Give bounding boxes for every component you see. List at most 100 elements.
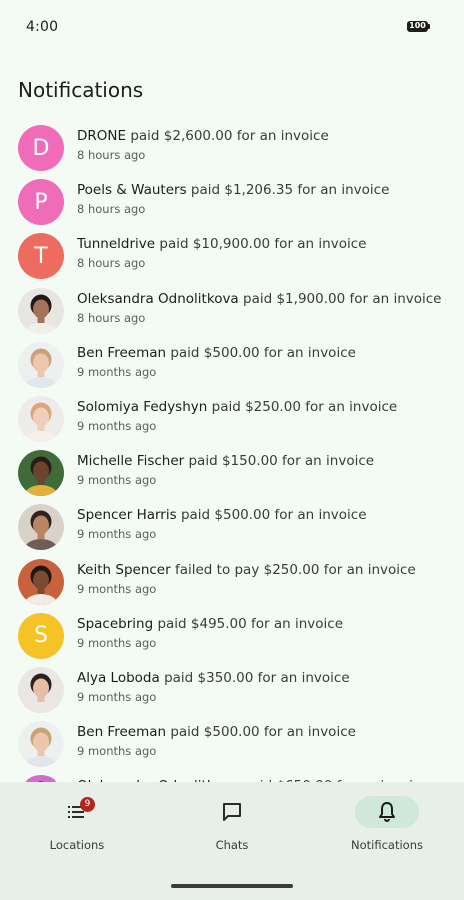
- list-item[interactable]: Keith Spencer failed to pay $250.00 for …: [0, 554, 464, 608]
- battery-icon: 100: [407, 21, 431, 34]
- notification-text: Oleksandra Odnolitkova paid $1,900.00 fo…: [77, 290, 452, 325]
- avatar: [18, 721, 64, 768]
- page-title: Notifications: [18, 78, 144, 102]
- avatar-letter: D: [32, 135, 50, 161]
- notification-timestamp: 9 months ago: [77, 527, 157, 542]
- list-item[interactable]: P Poels & Wauters paid $1,206.35 for an i…: [0, 174, 464, 228]
- notification-timestamp: 9 months ago: [77, 689, 157, 704]
- avatar-photo: [24, 294, 58, 334]
- notification-name: Ben Freeman: [77, 724, 167, 741]
- avatar: [18, 504, 64, 551]
- notification-text: Spacebring paid $495.00 for an invoice 9 …: [77, 615, 452, 650]
- list-item[interactable]: D DRONE paid $2,600.00 for an invoice 8 ho…: [0, 120, 464, 174]
- notification-timestamp: 9 months ago: [77, 744, 157, 759]
- nav-notifications-label: Notifications: [351, 838, 423, 852]
- notification-message-line: DRONE paid $2,600.00 for an invoice: [77, 127, 452, 145]
- notification-message: paid $150.00 for an invoice: [188, 453, 375, 470]
- notification-timestamp: 9 months ago: [77, 581, 157, 596]
- notification-message: paid $500.00 for an invoice: [170, 344, 356, 361]
- avatar-letter: P: [34, 189, 48, 215]
- notification-timestamp: 9 months ago: [77, 364, 157, 379]
- list-item[interactable]: Spencer Harris paid $500.00 for an invoi…: [0, 499, 464, 553]
- notification-name: Solomiya Fedyshyn: [77, 398, 208, 415]
- notification-message-line: Poels & Wauters paid $1,206.35 for an in…: [77, 181, 452, 199]
- list-item[interactable]: Oleksandra Odnolitkova paid $1,900.00 fo…: [0, 283, 464, 337]
- notification-message: paid $350.00 for an invoice: [164, 669, 350, 686]
- list-item[interactable]: Solomiya Fedyshyn paid $250.00 for an in…: [0, 391, 464, 445]
- avatar: P: [18, 179, 64, 226]
- notification-timestamp: 8 hours ago: [77, 148, 146, 162]
- notification-name: Spacebring: [77, 615, 154, 632]
- avatar: [18, 558, 64, 605]
- avatar-photo: [24, 673, 58, 713]
- list-item[interactable]: S Spacebring paid $495.00 for an invoice 9…: [0, 608, 464, 662]
- nav-chats-label: Chats: [215, 838, 249, 852]
- list-item[interactable]: Ben Freeman paid $500.00 for an invoice 9…: [0, 337, 464, 391]
- avatar-photo: [24, 348, 58, 388]
- chat-icon: [223, 803, 241, 821]
- notification-message-line: Oleksandra Odnolitkova paid $1,900.00 fo…: [77, 290, 452, 308]
- list-item[interactable]: Michelle Fischer paid $150.00 for an inv…: [0, 445, 464, 499]
- avatar: T: [18, 233, 64, 280]
- notification-timestamp: 8 hours ago: [77, 256, 146, 271]
- notification-message-line: Ben Freeman paid $500.00 for an invoice: [77, 344, 452, 362]
- notification-name: Spencer Harris: [77, 507, 177, 524]
- notification-timestamp: 9 months ago: [77, 635, 157, 650]
- notification-text: DRONE paid $2,600.00 for an invoice 8 hou…: [77, 127, 452, 162]
- notification-list-viewport[interactable]: D DRONE paid $2,600.00 for an invoice 8 ho…: [0, 120, 464, 782]
- avatar: [18, 341, 64, 388]
- notification-message: paid $500.00 for an invoice: [180, 507, 367, 524]
- status-time: 4:00: [26, 19, 59, 35]
- notification-message: paid $1,900.00 for an invoice: [243, 290, 442, 307]
- avatar: [18, 395, 64, 442]
- notification-message: paid $500.00 for an invoice: [170, 724, 356, 741]
- nav-locations-pill: 9: [45, 796, 109, 828]
- list-item[interactable]: T Tunneldrive paid $10,900.00 for an invo…: [0, 228, 464, 282]
- nav-chats[interactable]: Chats: [172, 796, 292, 852]
- list-item[interactable]: Oleksandra Odnolitkova paid $650.00 for …: [0, 770, 464, 782]
- bell-icon: [379, 802, 395, 822]
- notification-timestamp: 8 hours ago: [77, 310, 146, 325]
- avatar-photo: [24, 402, 58, 442]
- avatar: [18, 666, 64, 713]
- notification-text: Poels & Wauters paid $1,206.35 for an in…: [77, 181, 452, 216]
- notification-text: Solomiya Fedyshyn paid $250.00 for an in…: [77, 398, 452, 433]
- avatar-photo: [24, 565, 58, 605]
- avatar: [18, 775, 64, 782]
- notification-text: Keith Spencer failed to pay $250.00 for …: [77, 561, 452, 596]
- home-indicator[interactable]: [171, 884, 293, 888]
- notification-message: paid $2,600.00 for an invoice: [130, 128, 329, 144]
- notification-name: Michelle Fischer: [77, 453, 185, 470]
- notification-text: Ben Freeman paid $500.00 for an invoice 9…: [77, 723, 452, 758]
- avatar-photo: [24, 510, 58, 551]
- avatar-letter: S: [34, 623, 48, 649]
- bottom-navigation: 9 Locations Chats Notifications: [0, 782, 464, 900]
- notification-timestamp: 9 months ago: [77, 473, 157, 488]
- notification-text: Alya Loboda paid $350.00 for an invoice 9…: [77, 669, 452, 704]
- nav-notifications-pill: [355, 796, 419, 828]
- avatar-letter: T: [34, 243, 48, 269]
- nav-locations-label: Locations: [49, 838, 105, 852]
- avatar-photo: [24, 727, 58, 768]
- avatar: S: [18, 612, 64, 659]
- avatar: D: [18, 125, 64, 171]
- nav-locations[interactable]: 9 Locations: [17, 796, 137, 852]
- list-item[interactable]: Alya Loboda paid $350.00 for an invoice 9…: [0, 662, 464, 716]
- battery-level: 100: [407, 21, 428, 32]
- notification-message-line: Keith Spencer failed to pay $250.00 for …: [77, 561, 452, 579]
- notification-text: Ben Freeman paid $500.00 for an invoice 9…: [77, 344, 452, 379]
- notification-name: Tunneldrive: [77, 236, 156, 253]
- list-item[interactable]: Ben Freeman paid $500.00 for an invoice 9…: [0, 716, 464, 770]
- notification-message: paid $495.00 for an invoice: [157, 615, 344, 632]
- nav-chats-pill: [200, 796, 264, 828]
- notification-message: failed to pay $250.00 for an invoice: [174, 561, 416, 578]
- notification-message: paid $1,206.35 for an invoice: [190, 182, 390, 199]
- notification-message-line: Spacebring paid $495.00 for an invoice: [77, 615, 452, 633]
- notification-name: DRONE: [77, 128, 127, 144]
- notification-message-line: Alya Loboda paid $350.00 for an invoice: [77, 669, 452, 687]
- notification-message: paid $10,900.00 for an invoice: [159, 236, 367, 253]
- notification-name: Keith Spencer: [77, 561, 171, 578]
- nav-notifications[interactable]: Notifications: [327, 796, 447, 852]
- notification-text: Spencer Harris paid $500.00 for an invoi…: [77, 506, 452, 541]
- notification-message-line: Spencer Harris paid $500.00 for an invoi…: [77, 506, 452, 524]
